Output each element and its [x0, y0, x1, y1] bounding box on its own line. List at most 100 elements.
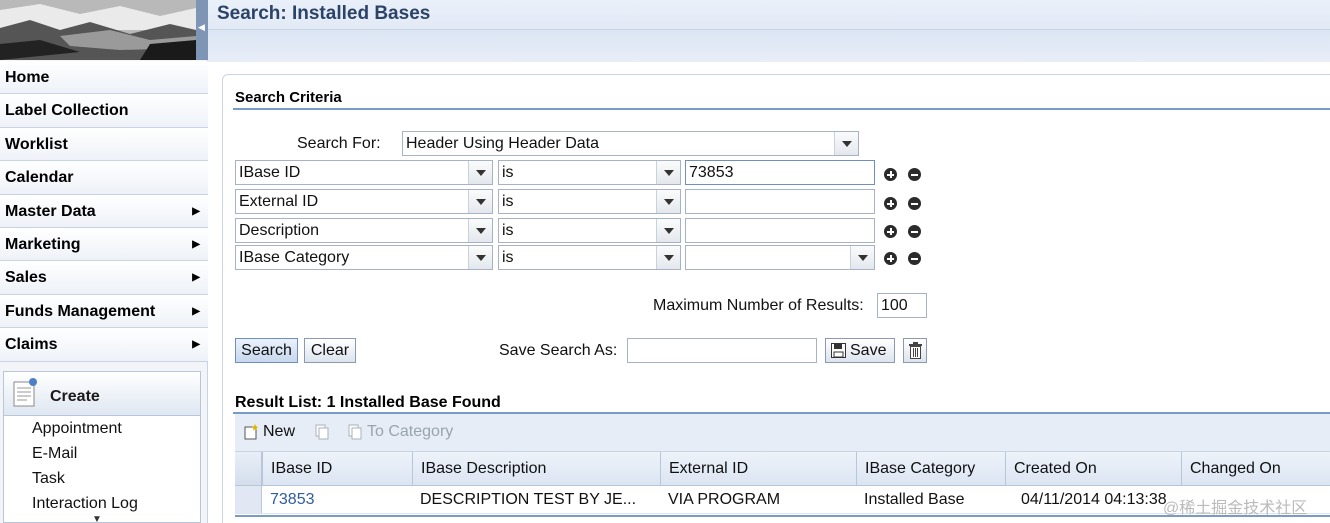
- nav-item-master-data[interactable]: Master Data ▶: [0, 194, 208, 228]
- criteria-operator-select[interactable]: is: [498, 160, 681, 185]
- add-criteria-icon[interactable]: [884, 225, 897, 238]
- create-interaction-log-link[interactable]: Interaction Log: [4, 491, 200, 516]
- result-toolbar: New To Category: [235, 414, 1330, 452]
- nav-item-label: Marketing: [5, 235, 81, 253]
- cell-ibase-category: Installed Base: [864, 491, 965, 508]
- clear-button[interactable]: Clear: [304, 338, 356, 363]
- nav-item-label: Calendar: [5, 169, 74, 187]
- criteria-value-select[interactable]: [685, 245, 875, 270]
- search-for-select[interactable]: Header Using Header Data: [402, 131, 859, 156]
- logo-image: [0, 0, 196, 60]
- criteria-field-select[interactable]: IBase ID: [235, 160, 493, 185]
- cell-ibase-id-link[interactable]: 73853: [262, 486, 412, 514]
- criteria-operator-value: is: [502, 164, 514, 181]
- criteria-field-select[interactable]: External ID: [235, 189, 493, 214]
- column-header-changed-on[interactable]: Changed On: [1181, 452, 1330, 486]
- chevron-down-icon[interactable]: ▼: [92, 514, 102, 523]
- chevron-right-icon: ▶: [192, 305, 200, 317]
- criteria-value-input[interactable]: [685, 189, 875, 214]
- cell-created-on: 04/11/2014 04:13:38: [1021, 491, 1167, 508]
- nav-item-label: Master Data: [5, 202, 96, 220]
- app-window: ◀ Home Label Collection Worklist Calenda…: [0, 0, 1330, 523]
- chevron-down-icon: [468, 219, 492, 242]
- left-navigation: ◀ Home Label Collection Worklist Calenda…: [0, 0, 208, 523]
- max-results-input[interactable]: 100: [877, 293, 927, 318]
- cell-ibase-description: DESCRIPTION TEST BY JE...: [420, 491, 637, 508]
- to-category-button[interactable]: To Category: [367, 423, 453, 441]
- chevron-down-icon: [656, 219, 680, 242]
- criteria-operator-value: is: [502, 222, 514, 239]
- row-select-cell[interactable]: [235, 486, 262, 513]
- create-panel-header: Create: [4, 372, 200, 416]
- column-header-ibase-category[interactable]: IBase Category: [856, 452, 1005, 486]
- criteria-operator-value: is: [502, 193, 514, 210]
- nav-item-label-collection[interactable]: Label Collection: [0, 94, 208, 128]
- new-button[interactable]: New: [263, 423, 295, 441]
- nav-item-funds-management[interactable]: Funds Management ▶: [0, 294, 208, 329]
- to-category-icon: [348, 424, 362, 440]
- search-button[interactable]: Search: [235, 338, 298, 363]
- result-table-header: IBase ID IBase Description External ID I…: [235, 452, 1330, 486]
- save-button-label: Save: [850, 342, 887, 359]
- criteria-field-select[interactable]: Description: [235, 218, 493, 243]
- column-header-created-on[interactable]: Created On: [1005, 452, 1181, 486]
- save-search-label: Save Search As:: [499, 342, 618, 359]
- cell-external-id: VIA PROGRAM: [668, 491, 781, 508]
- remove-criteria-icon[interactable]: [908, 252, 921, 265]
- chevron-right-icon: ▶: [192, 205, 200, 217]
- create-email-link[interactable]: E-Mail: [4, 441, 200, 466]
- section-divider: [233, 108, 1330, 110]
- nav-list: Home Label Collection Worklist Calendar …: [0, 61, 208, 362]
- new-document-icon: [13, 378, 37, 407]
- page-header: Search: Installed Bases: [208, 0, 1330, 62]
- add-criteria-icon[interactable]: [884, 168, 897, 181]
- column-header-ibase-description[interactable]: IBase Description: [412, 452, 660, 486]
- add-criteria-icon[interactable]: [884, 197, 897, 210]
- nav-item-worklist[interactable]: Worklist: [0, 127, 208, 162]
- collapse-nav-button[interactable]: ◀: [196, 0, 208, 60]
- nav-item-marketing[interactable]: Marketing ▶: [0, 227, 208, 262]
- chevron-right-icon: ▶: [192, 339, 200, 351]
- add-criteria-icon[interactable]: [884, 252, 897, 265]
- search-criteria-title: Search Criteria: [235, 89, 342, 106]
- select-all-cell[interactable]: [235, 452, 262, 485]
- criteria-value-input[interactable]: 73853: [685, 160, 875, 185]
- delete-search-button[interactable]: [903, 338, 927, 363]
- remove-criteria-icon[interactable]: [908, 197, 921, 210]
- nav-item-claims[interactable]: Claims ▶: [0, 328, 208, 362]
- create-task-link[interactable]: Task: [4, 466, 200, 491]
- chevron-right-icon: ▶: [192, 272, 200, 284]
- nav-item-sales[interactable]: Sales ▶: [0, 261, 208, 295]
- create-appointment-link[interactable]: Appointment: [4, 416, 200, 441]
- max-results-label: Maximum Number of Results:: [653, 297, 864, 314]
- watermark-text: @稀土掘金技术社区: [1163, 500, 1308, 517]
- header-band: [208, 29, 1330, 62]
- chevron-down-icon: [468, 246, 492, 269]
- criteria-operator-select[interactable]: is: [498, 189, 681, 214]
- chevron-down-icon: [834, 132, 858, 155]
- chevron-down-icon: [656, 246, 680, 269]
- chevron-down-icon: [468, 161, 492, 184]
- criteria-operator-select[interactable]: is: [498, 245, 681, 270]
- nav-item-calendar[interactable]: Calendar: [0, 161, 208, 195]
- nav-item-label: Worklist: [5, 135, 68, 153]
- nav-item-home[interactable]: Home: [0, 61, 208, 95]
- criteria-operator-select[interactable]: is: [498, 218, 681, 243]
- criteria-value-input[interactable]: [685, 218, 875, 243]
- criteria-field-select[interactable]: IBase Category: [235, 245, 493, 270]
- chevron-down-icon: [468, 190, 492, 213]
- nav-item-label: Sales: [5, 269, 47, 287]
- criteria-field-value: External ID: [239, 193, 319, 210]
- criteria-field-value: IBase ID: [239, 164, 301, 181]
- main-content: Search Criteria Search For: Header Using…: [222, 74, 1330, 523]
- save-search-input[interactable]: [627, 338, 817, 363]
- column-header-ibase-id[interactable]: IBase ID: [262, 452, 412, 486]
- nav-item-label: Funds Management: [5, 302, 156, 320]
- column-header-external-id[interactable]: External ID: [660, 452, 856, 486]
- chevron-down-icon: [850, 246, 874, 269]
- chevron-left-icon: ◀: [198, 22, 205, 32]
- save-button[interactable]: Save: [825, 338, 895, 363]
- copy-icon[interactable]: [315, 424, 329, 440]
- remove-criteria-icon[interactable]: [908, 168, 921, 181]
- remove-criteria-icon[interactable]: [908, 225, 921, 238]
